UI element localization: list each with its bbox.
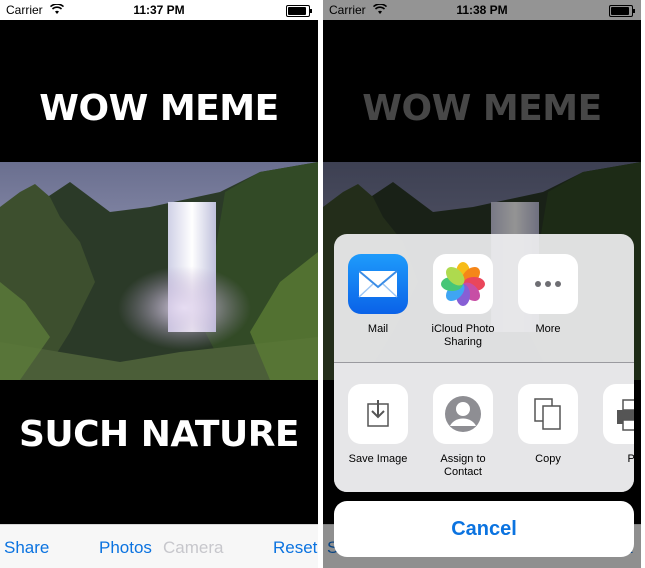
save-image-icon — [348, 384, 408, 444]
status-time: 11:37 PM — [133, 3, 185, 17]
share-app-label: Mail — [367, 323, 389, 335]
share-sheet: Mail iCloud Photo Sharing More Save Imag… — [334, 234, 634, 492]
share-app-label: More — [535, 323, 561, 335]
action-copy[interactable]: Copy — [510, 384, 586, 466]
cancel-button[interactable]: Cancel — [334, 501, 634, 557]
action-label: Pr — [627, 453, 635, 465]
action-save-image[interactable]: Save Image — [340, 384, 416, 466]
photos-button[interactable]: Photos — [99, 538, 152, 558]
battery-icon — [286, 5, 312, 17]
share-app-mail[interactable]: Mail — [340, 254, 416, 336]
camera-button[interactable]: Camera — [163, 538, 223, 558]
action-label: Save Image — [348, 453, 408, 465]
share-button[interactable]: Share — [4, 538, 49, 558]
share-app-more[interactable]: More — [510, 254, 586, 336]
action-label: Copy — [535, 453, 561, 465]
print-icon — [603, 384, 634, 444]
contact-icon — [433, 384, 493, 444]
reset-button[interactable]: Reset — [273, 538, 317, 558]
meme-bottom-text[interactable]: SUCH NATURE — [0, 414, 318, 455]
phone-screen-meme-editor: Carrier 11:37 PM WOW MEME SUCH NATURE Sh… — [0, 0, 318, 568]
status-bar: Carrier 11:37 PM — [0, 0, 318, 20]
share-app-label: iCloud Photo Sharing — [431, 323, 495, 348]
action-assign-to-contact[interactable]: Assign to Contact — [425, 384, 501, 479]
action-label: Assign to Contact — [440, 453, 486, 478]
mail-icon — [348, 254, 408, 314]
share-app-icloud-photo-sharing[interactable]: iCloud Photo Sharing — [425, 254, 501, 349]
action-print[interactable]: Pr — [595, 384, 634, 466]
more-icon — [518, 254, 578, 314]
phone-screen-share-sheet: Carrier 11:38 PM WOW MEME S t — [323, 0, 641, 568]
photos-icon — [433, 254, 493, 314]
meme-top-text[interactable]: WOW MEME — [0, 88, 318, 129]
bottom-toolbar: Share Photos Camera Reset — [0, 524, 318, 568]
separator — [334, 362, 634, 363]
meme-image — [0, 162, 318, 380]
copy-icon — [518, 384, 578, 444]
